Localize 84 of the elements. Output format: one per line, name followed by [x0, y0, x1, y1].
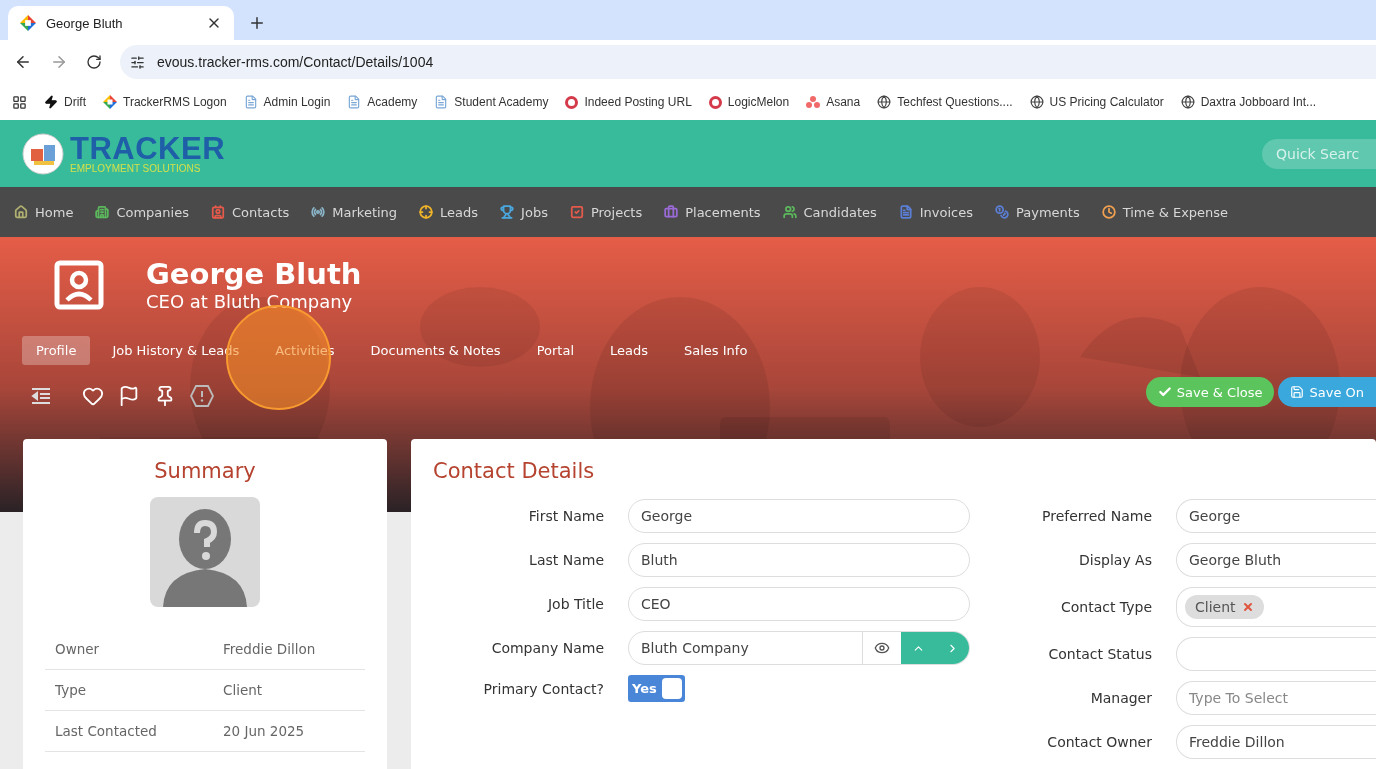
- bookmark[interactable]: Admin Login: [243, 95, 331, 109]
- summary-label: Type: [55, 682, 87, 698]
- nav-item[interactable]: Candidates: [782, 204, 877, 220]
- summary-value: Client: [223, 682, 264, 698]
- nav-item[interactable]: Placements: [664, 204, 761, 220]
- bookmark[interactable]: Academy: [347, 95, 418, 109]
- nav-item[interactable]: Leads: [419, 204, 479, 220]
- check-icon: [1157, 385, 1172, 399]
- field-label: Manager: [1089, 690, 1152, 706]
- profile-tab[interactable]: Sales Info: [670, 336, 762, 365]
- summary-value: 20 Jun 2025: [223, 723, 306, 739]
- nav-item[interactable]: Time & Expense: [1101, 204, 1229, 220]
- three-dots-icon: [806, 96, 821, 108]
- globe-icon: [1029, 95, 1044, 109]
- field-label: Primary Contact?: [482, 680, 604, 697]
- nav-item[interactable]: Projects: [569, 204, 643, 220]
- summary-label: Owner: [55, 641, 101, 657]
- bookmark[interactable]: Drift: [44, 95, 86, 109]
- globe-icon: [877, 95, 892, 109]
- profile-tab[interactable]: Documents & Notes: [356, 336, 515, 365]
- bookmark[interactable]: US Pricing Calculator: [1029, 95, 1164, 109]
- field-label: Company Name: [490, 640, 604, 656]
- field-label: First Name: [527, 508, 604, 524]
- field-label: Contact Type: [1059, 599, 1152, 615]
- bolt-icon: [44, 95, 58, 109]
- field-label: Contact Owner: [1046, 734, 1152, 750]
- field-label: Contact Status: [1047, 646, 1152, 662]
- globe-icon: [1180, 95, 1195, 109]
- flag-icon[interactable]: [118, 385, 140, 407]
- bookmark[interactable]: Indeed Posting URL: [565, 95, 692, 109]
- toggle-switch[interactable]: Yes: [628, 675, 685, 702]
- field-label: Display As: [1078, 552, 1152, 568]
- field-label: Last Name: [528, 552, 604, 568]
- nav-item[interactable]: Invoices: [898, 204, 974, 220]
- alert-icon[interactable]: [190, 385, 214, 407]
- apps-icon[interactable]: [12, 94, 27, 110]
- tag: Client: [1185, 595, 1264, 619]
- logo-title: TRACKER: [70, 133, 226, 164]
- new-tab-icon[interactable]: [248, 14, 266, 32]
- nav-item[interactable]: Home: [14, 204, 74, 220]
- bookmark[interactable]: Daxtra Jobboard Int...: [1180, 95, 1317, 109]
- bookmark[interactable]: LogicMelon: [708, 95, 790, 109]
- bookmark[interactable]: Student Academy: [434, 95, 549, 109]
- lookup-field[interactable]: Bluth Company: [628, 631, 970, 665]
- field-label: Job Title: [546, 596, 604, 612]
- card-title: Contact Details: [433, 459, 596, 483]
- field-label: Preferred Name: [1041, 508, 1152, 524]
- nav-item[interactable]: Marketing: [311, 204, 398, 220]
- logo-tagline: EMPLOYMENT SOLUTIONS: [70, 164, 202, 174]
- document-icon: [243, 95, 258, 109]
- reload-icon[interactable]: [86, 54, 102, 70]
- profile-tab[interactable]: Portal: [522, 336, 588, 365]
- ring-logo-icon: [565, 95, 579, 109]
- card-title: Summary: [154, 459, 256, 483]
- nav-item[interactable]: Payments: [995, 204, 1080, 220]
- tag-field[interactable]: Client: [1176, 587, 1376, 627]
- back-icon[interactable]: [14, 53, 32, 71]
- summary-value: Freddie Dillon: [223, 641, 317, 657]
- heart-icon[interactable]: [82, 385, 104, 407]
- bookmark[interactable]: TrackerRMS Logon: [103, 95, 227, 109]
- document-icon: [347, 95, 362, 109]
- profile-tab[interactable]: Leads: [596, 336, 662, 365]
- indent-icon[interactable]: [30, 387, 52, 405]
- summary-label: Last Contacted: [55, 723, 158, 739]
- document-icon: [434, 95, 449, 109]
- ring-logo-icon: [708, 95, 722, 109]
- logo-badge-icon: [22, 132, 64, 175]
- address-bar[interactable]: evous.tracker-rms.com/Contact/Details/1004: [120, 45, 1376, 79]
- contact-card-icon: [54, 259, 104, 310]
- forward-icon[interactable]: [50, 53, 68, 71]
- eye-icon: [874, 640, 890, 656]
- contact-name: George Bluth: [146, 257, 362, 291]
- bookmark[interactable]: Asana: [806, 95, 861, 109]
- remove-icon[interactable]: [1241, 601, 1254, 613]
- save-icon: [1290, 385, 1305, 399]
- bookmark[interactable]: Techfest Questions....: [877, 95, 1013, 109]
- contact-subtitle: CEO at Bluth Company: [146, 291, 354, 312]
- profile-tab[interactable]: Job History & Leads: [98, 336, 254, 365]
- browser-tab[interactable]: George Bluth: [8, 6, 234, 40]
- nav-item[interactable]: Jobs: [500, 204, 548, 220]
- app-logo-icon: [20, 15, 36, 31]
- nav-item[interactable]: Companies: [95, 204, 189, 220]
- app-logo-icon: [103, 95, 117, 109]
- nav-item[interactable]: Contacts: [210, 204, 290, 220]
